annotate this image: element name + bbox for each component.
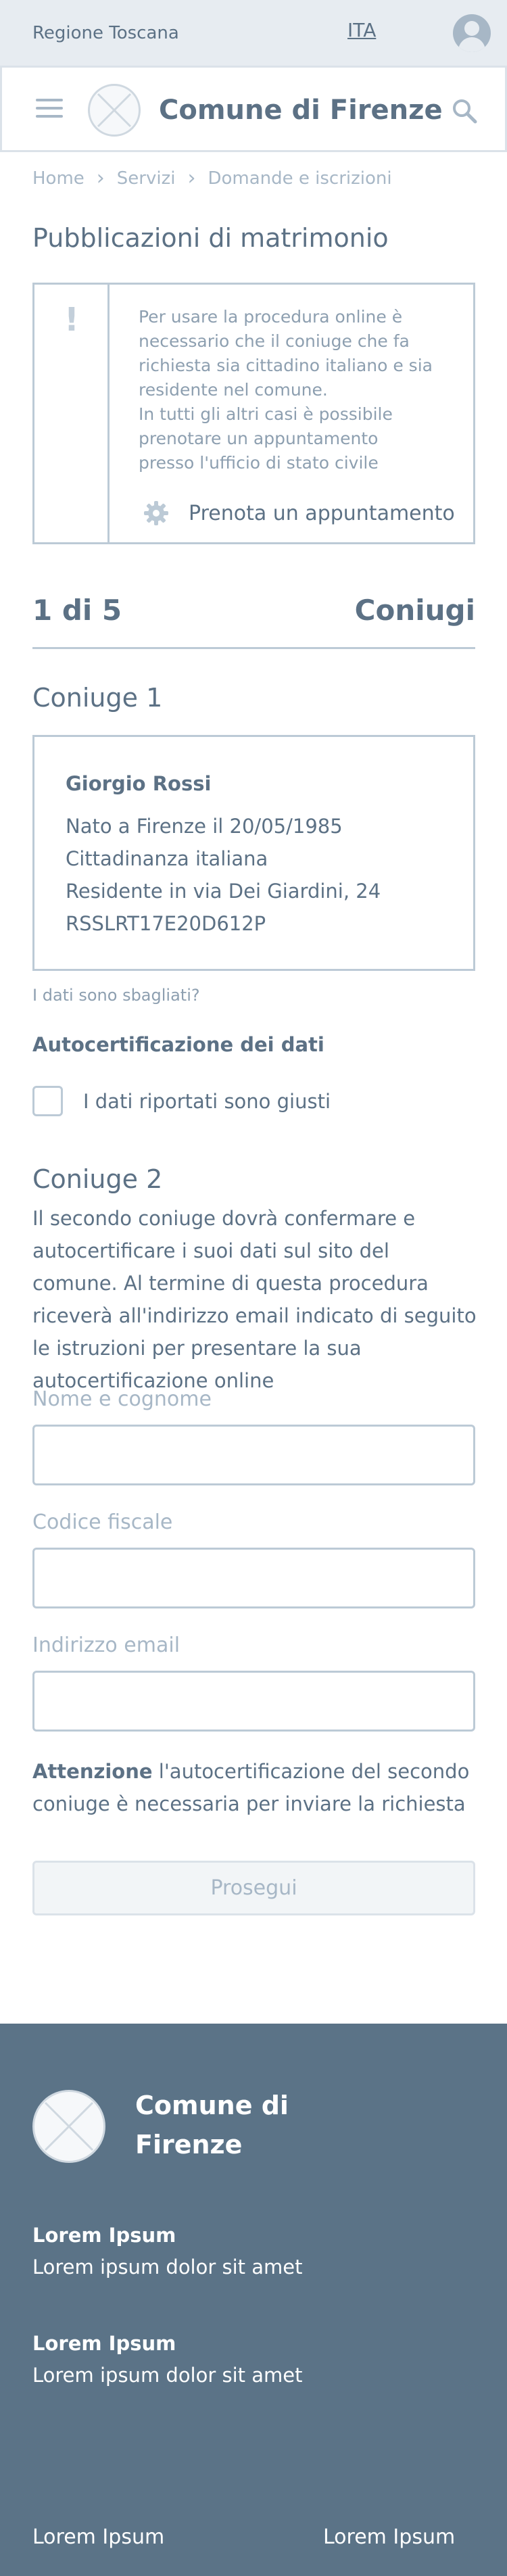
site-header: Comune di Firenze <box>0 66 507 152</box>
region-name: Regione Toscana <box>32 22 179 43</box>
footer-title: Comune di Firenze <box>135 2091 289 2160</box>
footer-logo[interactable] <box>32 2090 105 2163</box>
spouse2-description: Il secondo coniuge dovrà confermare e au… <box>32 1207 477 1392</box>
info-notice: ! Per usare la procedura online è necess… <box>32 283 475 544</box>
exclamation-icon: ! <box>64 301 79 339</box>
notice-text: Per usare la procedura online è necessar… <box>139 305 436 475</box>
footer-block1-heading: Lorem Ipsum <box>32 2224 176 2247</box>
continue-button[interactable]: Prosegui <box>32 1861 475 1915</box>
step-indicator: 1 di 5 Coniugi <box>32 594 475 649</box>
spouse1-citizenship: Cittadinanza italiana <box>66 847 268 870</box>
email-label: Indirizzo email <box>32 1633 180 1657</box>
data-correct-label[interactable]: I dati riportati sono giusti <box>83 1090 331 1113</box>
breadcrumb: Home › Servizi › Domande e iscrizioni <box>32 166 392 190</box>
region-bar: Regione Toscana ITA <box>0 0 507 66</box>
gear-icon <box>144 501 168 525</box>
user-avatar-icon[interactable] <box>453 14 491 52</box>
self-certification-heading: Autocertificazione dei dati <box>32 1033 324 1056</box>
breadcrumb-home[interactable]: Home <box>32 168 84 189</box>
spouse1-tax-code: RSSLRT17E20D612P <box>66 912 266 935</box>
hamburger-menu-icon[interactable] <box>36 99 63 119</box>
email-input[interactable] <box>32 1671 475 1732</box>
footer-block2-text: Lorem ipsum dolor sit amet <box>32 2364 303 2387</box>
spouse1-residence: Residente in via Dei Giardini, 24 <box>66 880 381 903</box>
breadcrumb-servizi[interactable]: Servizi <box>117 168 176 189</box>
notice-text-alternative: In tutti gli altri casi è possibile pren… <box>139 404 393 473</box>
full-name-input[interactable] <box>32 1425 475 1485</box>
step-name: Coniugi <box>354 594 475 627</box>
spouse2-title: Coniuge 2 <box>32 1164 163 1194</box>
notice-text-requirements: Per usare la procedura online è necessar… <box>139 307 433 400</box>
spouse1-name: Giorgio Rossi <box>66 772 212 795</box>
book-appointment-label: Prenota un appuntamento <box>189 501 455 525</box>
step-counter: 1 di 5 <box>32 594 122 627</box>
spouse1-birth: Nato a Firenze il 20/05/1985 <box>66 815 343 838</box>
attention-note: Attenzione l'autocertificazione del seco… <box>32 1755 479 1820</box>
chevron-right-icon: › <box>187 166 196 190</box>
footer-link-2[interactable]: Lorem Ipsum <box>323 2525 455 2549</box>
data-correct-checkbox-row[interactable]: I dati riportati sono giusti <box>32 1086 331 1116</box>
notice-icon-column: ! <box>34 285 110 542</box>
wrong-data-link[interactable]: I dati sono sbagliati? <box>32 986 200 1005</box>
site-footer: Comune di Firenze Lorem Ipsum Lorem ipsu… <box>0 2024 507 2576</box>
tax-code-input[interactable] <box>32 1548 475 1608</box>
page-title: Pubblicazioni di matrimonio <box>32 223 389 253</box>
language-selector[interactable]: ITA <box>347 19 376 41</box>
search-icon[interactable] <box>451 97 478 124</box>
footer-link-1[interactable]: Lorem Ipsum <box>32 2525 164 2549</box>
breadcrumb-domande[interactable]: Domande e iscrizioni <box>208 168 391 189</box>
footer-block1-text: Lorem ipsum dolor sit amet <box>32 2256 303 2279</box>
spouse1-card: Giorgio Rossi Nato a Firenze il 20/05/19… <box>32 735 475 971</box>
attention-label: Attenzione <box>32 1760 153 1783</box>
footer-block2-heading: Lorem Ipsum <box>32 2332 176 2355</box>
book-appointment-link[interactable]: Prenota un appuntamento <box>143 500 455 527</box>
chevron-right-icon: › <box>96 166 105 190</box>
full-name-label: Nome e cognome <box>32 1387 212 1411</box>
tax-code-label: Codice fiscale <box>32 1510 173 1534</box>
site-title[interactable]: Comune di Firenze <box>159 95 443 126</box>
comune-logo[interactable] <box>88 84 141 137</box>
spouse1-title: Coniuge 1 <box>32 683 163 713</box>
data-correct-checkbox[interactable] <box>32 1086 63 1116</box>
